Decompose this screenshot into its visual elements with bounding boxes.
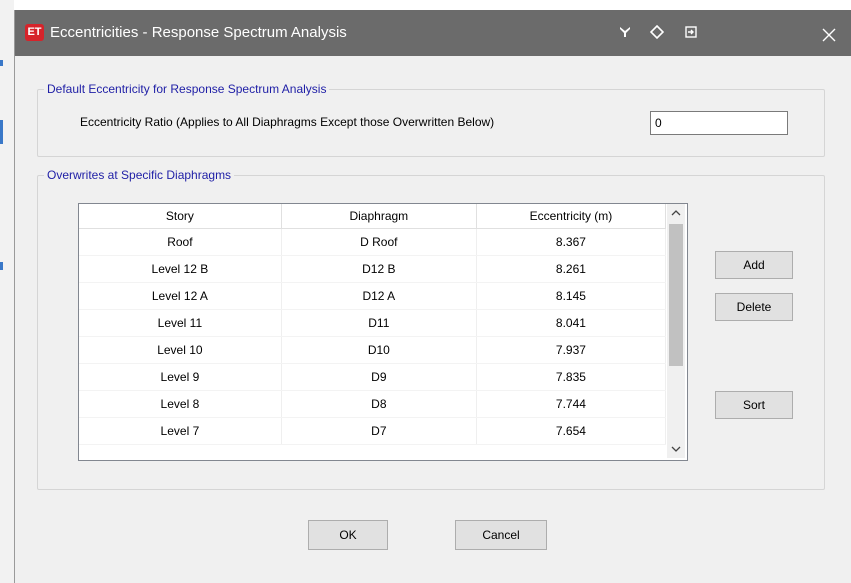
cell-eccentricity[interactable]: 8.367 bbox=[476, 228, 667, 256]
column-header-eccentricity[interactable]: Eccentricity (m) bbox=[476, 204, 667, 229]
ok-button[interactable]: OK bbox=[308, 520, 388, 550]
table-row[interactable]: Level 12 A D12 A 8.145 bbox=[79, 282, 667, 310]
cell-story[interactable]: Level 12 B bbox=[79, 255, 282, 283]
etabs-app-icon: ET bbox=[25, 24, 44, 41]
scroll-thumb[interactable] bbox=[669, 224, 683, 366]
cell-story[interactable]: Level 12 A bbox=[79, 282, 282, 310]
eccentricity-ratio-input[interactable]: 0 bbox=[650, 111, 788, 135]
cell-diaphragm[interactable]: D9 bbox=[281, 363, 477, 391]
table-row[interactable]: Level 12 B D12 B 8.261 bbox=[79, 255, 667, 283]
table-row[interactable]: Level 7 D7 7.654 bbox=[79, 417, 667, 445]
table-row[interactable]: Roof D Roof 8.367 bbox=[79, 228, 667, 256]
cell-eccentricity[interactable]: 7.835 bbox=[476, 363, 667, 391]
close-icon bbox=[822, 28, 836, 41]
close-button[interactable] bbox=[806, 10, 851, 56]
background-edge bbox=[0, 0, 14, 583]
column-header-story[interactable]: Story bbox=[79, 204, 282, 229]
eccentricities-dialog: ET Eccentricities - Response Spectrum An… bbox=[14, 10, 851, 583]
background-mark bbox=[0, 60, 3, 66]
sort-button[interactable]: Sort bbox=[715, 391, 793, 419]
cell-story[interactable]: Level 10 bbox=[79, 336, 282, 364]
cell-story[interactable]: Level 7 bbox=[79, 417, 282, 445]
title-bar[interactable]: ET Eccentricities - Response Spectrum An… bbox=[15, 10, 851, 56]
overwrites-group: Overwrites at Specific Diaphragms Story … bbox=[37, 167, 825, 490]
scroll-up-icon[interactable] bbox=[667, 204, 685, 222]
cell-eccentricity[interactable]: 7.937 bbox=[476, 336, 667, 364]
cell-diaphragm[interactable]: D12 B bbox=[281, 255, 477, 283]
table-row[interactable]: Level 9 D9 7.835 bbox=[79, 363, 667, 391]
cell-diaphragm[interactable]: D11 bbox=[281, 309, 477, 337]
background-mark bbox=[0, 262, 3, 270]
diaphragm-table[interactable]: Story Diaphragm Eccentricity (m) Roof D … bbox=[78, 203, 688, 461]
table-header-row: Story Diaphragm Eccentricity (m) bbox=[79, 204, 667, 229]
overwrites-group-title: Overwrites at Specific Diaphragms bbox=[44, 167, 235, 183]
pin-icon[interactable] bbox=[611, 19, 639, 45]
move-icon[interactable] bbox=[643, 19, 671, 45]
cell-story[interactable]: Level 11 bbox=[79, 309, 282, 337]
cell-story[interactable]: Level 8 bbox=[79, 390, 282, 418]
default-eccentricity-group: Default Eccentricity for Response Spectr… bbox=[37, 81, 825, 157]
table-row[interactable]: Level 10 D10 7.937 bbox=[79, 336, 667, 364]
eccentricity-ratio-label: Eccentricity Ratio (Applies to All Diaph… bbox=[80, 115, 495, 129]
cell-diaphragm[interactable]: D10 bbox=[281, 336, 477, 364]
background-mark bbox=[0, 120, 3, 144]
column-header-diaphragm[interactable]: Diaphragm bbox=[281, 204, 477, 229]
table-row[interactable]: Level 8 D8 7.744 bbox=[79, 390, 667, 418]
default-eccentricity-group-title: Default Eccentricity for Response Spectr… bbox=[44, 81, 330, 97]
cell-eccentricity[interactable]: 7.654 bbox=[476, 417, 667, 445]
cell-story[interactable]: Level 9 bbox=[79, 363, 282, 391]
window-title: Eccentricities - Response Spectrum Analy… bbox=[50, 24, 347, 41]
table-vertical-scrollbar[interactable] bbox=[667, 204, 685, 458]
add-button[interactable]: Add bbox=[715, 251, 793, 279]
cell-eccentricity[interactable]: 8.041 bbox=[476, 309, 667, 337]
cell-eccentricity[interactable]: 8.261 bbox=[476, 255, 667, 283]
scroll-down-icon[interactable] bbox=[667, 440, 685, 458]
cell-diaphragm[interactable]: D12 A bbox=[281, 282, 477, 310]
table-row[interactable]: Level 11 D11 8.041 bbox=[79, 309, 667, 337]
cell-eccentricity[interactable]: 7.744 bbox=[476, 390, 667, 418]
cell-story[interactable]: Roof bbox=[79, 228, 282, 256]
cell-diaphragm[interactable]: D Roof bbox=[281, 228, 477, 256]
restore-icon[interactable] bbox=[677, 19, 705, 45]
cell-eccentricity[interactable]: 8.145 bbox=[476, 282, 667, 310]
cell-diaphragm[interactable]: D8 bbox=[281, 390, 477, 418]
cancel-button[interactable]: Cancel bbox=[455, 520, 547, 550]
delete-button[interactable]: Delete bbox=[715, 293, 793, 321]
cell-diaphragm[interactable]: D7 bbox=[281, 417, 477, 445]
